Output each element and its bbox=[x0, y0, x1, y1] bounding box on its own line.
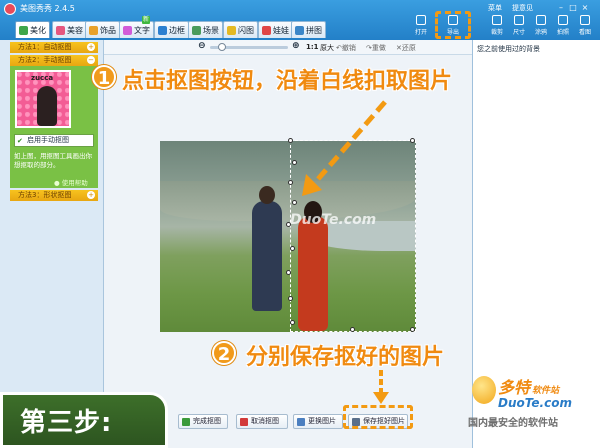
thumbnail-caption: zucca bbox=[31, 74, 54, 82]
tab-scene[interactable]: 场景 bbox=[188, 21, 223, 38]
path-node[interactable] bbox=[288, 180, 293, 185]
photo-man-head bbox=[259, 186, 275, 204]
tab-accessories[interactable]: 饰品 bbox=[85, 21, 120, 38]
image-icon bbox=[297, 418, 305, 426]
camera-button[interactable]: 拍照 bbox=[552, 15, 574, 39]
expand-icon: + bbox=[87, 43, 95, 51]
flash-icon bbox=[227, 25, 236, 35]
thumbnail-person bbox=[37, 86, 57, 126]
path-node[interactable] bbox=[288, 138, 293, 143]
step1-badge: 1 bbox=[92, 65, 116, 89]
open-button[interactable]: 打开 bbox=[410, 15, 432, 39]
step2-badge: 2 bbox=[212, 341, 236, 365]
expand-icon: + bbox=[87, 191, 95, 199]
undo-button[interactable]: ↶撤销 bbox=[336, 43, 356, 53]
doodle-icon bbox=[536, 15, 546, 25]
camera-icon bbox=[558, 15, 568, 25]
method2-panel: zucca ✔ 启用手动抠图 如上图，用抠图工具画出你想抠取的部分。 ● 使用帮助 bbox=[10, 66, 98, 188]
beauty-icon bbox=[56, 25, 65, 35]
arrow-to-save bbox=[373, 370, 389, 404]
tab-beautify[interactable]: 美化 bbox=[15, 21, 50, 38]
scene-icon bbox=[192, 25, 201, 35]
tab-beauty[interactable]: 美容 bbox=[52, 21, 87, 38]
path-node[interactable] bbox=[286, 270, 291, 275]
method2-description: 如上图，用抠图工具画出你想抠取的部分。 bbox=[14, 152, 92, 169]
finish-cutout-button[interactable]: 完成抠图 bbox=[178, 414, 228, 429]
size-button[interactable]: 尺寸 bbox=[508, 15, 530, 39]
help-link[interactable]: ● 使用帮助 bbox=[54, 177, 88, 187]
mascot-icon bbox=[472, 376, 496, 404]
zoom-slider-handle[interactable] bbox=[218, 43, 226, 51]
site-name: 多特 软件站 bbox=[498, 378, 560, 397]
zoom-ratio: 1:1 bbox=[306, 43, 319, 51]
app-title: 美图秀秀 2.4.5 bbox=[20, 4, 75, 13]
path-node[interactable] bbox=[350, 327, 355, 332]
enable-manual-cutout-button[interactable]: ✔ 启用手动抠图 bbox=[14, 134, 94, 147]
menu-link[interactable]: 菜单 bbox=[488, 3, 502, 13]
check-icon bbox=[182, 418, 190, 426]
original-size-button[interactable]: 原大 bbox=[320, 43, 334, 53]
crop-button[interactable]: 裁剪 bbox=[486, 15, 508, 39]
open-icon bbox=[416, 15, 426, 25]
crop-icon bbox=[492, 15, 502, 25]
path-node[interactable] bbox=[290, 320, 295, 325]
new-badge: 新 bbox=[142, 16, 150, 24]
zoom-in-icon[interactable]: ⊕ bbox=[292, 41, 300, 51]
replace-image-button[interactable]: 更换图片 bbox=[293, 414, 343, 429]
step3-label: 第三步: bbox=[20, 408, 113, 438]
close-button[interactable]: × bbox=[580, 3, 590, 13]
path-node[interactable] bbox=[286, 222, 291, 227]
site-slogan: 国内最安全的软件站 bbox=[468, 418, 558, 429]
example-thumbnail: zucca bbox=[15, 70, 71, 128]
path-node[interactable] bbox=[290, 246, 295, 251]
path-node[interactable] bbox=[410, 138, 415, 143]
site-logo: 多特 软件站 DuoTe.com 国内最安全的软件站 bbox=[468, 374, 596, 432]
tab-frame[interactable]: 边框 bbox=[154, 21, 189, 38]
save-highlight bbox=[343, 405, 413, 429]
method2-header[interactable]: 方法2：手动抠图 − bbox=[10, 55, 98, 66]
site-domain: DuoTe.com bbox=[498, 396, 572, 410]
doodle-button[interactable]: 涂鸦 bbox=[530, 15, 552, 39]
collapse-icon: − bbox=[87, 56, 95, 64]
redo-button[interactable]: ↷重做 bbox=[366, 43, 386, 53]
tab-collage[interactable]: 拼图 bbox=[291, 21, 326, 38]
cancel-icon bbox=[240, 418, 248, 426]
collage-icon bbox=[295, 25, 304, 35]
method1-header[interactable]: 方法1：自动抠图 + bbox=[10, 42, 98, 53]
recent-backgrounds-label: 您之前使用过的背景 bbox=[477, 45, 540, 53]
photo-man bbox=[252, 201, 282, 311]
export-highlight bbox=[435, 11, 471, 39]
accessories-icon bbox=[89, 25, 98, 35]
viewer-icon bbox=[580, 15, 590, 25]
viewer-button[interactable]: 看图 bbox=[574, 15, 596, 39]
maximize-button[interactable]: □ bbox=[568, 3, 578, 13]
feedback-link[interactable]: 提意见 bbox=[512, 3, 533, 13]
path-node[interactable] bbox=[410, 327, 415, 332]
arrow-to-photo bbox=[302, 100, 387, 196]
zoom-out-icon[interactable]: ⊖ bbox=[198, 41, 206, 51]
size-icon bbox=[514, 15, 524, 25]
path-node[interactable] bbox=[292, 160, 297, 165]
tab-doll[interactable]: 娃娃 bbox=[258, 21, 293, 38]
frame-icon bbox=[158, 25, 167, 35]
path-node[interactable] bbox=[288, 296, 293, 301]
step1-instruction: 点击抠图按钮，沿着白线扣取图片 bbox=[122, 69, 453, 94]
method3-header[interactable]: 方法3：形状抠图 + bbox=[10, 190, 98, 201]
beautify-icon bbox=[19, 25, 28, 35]
path-node[interactable] bbox=[292, 200, 297, 205]
app-logo-icon bbox=[4, 3, 16, 15]
step2-instruction: 分别保存抠好的图片 bbox=[246, 345, 445, 370]
cancel-cutout-button[interactable]: 取消抠图 bbox=[236, 414, 288, 429]
doll-icon bbox=[262, 25, 271, 35]
reset-button[interactable]: ✕还原 bbox=[396, 43, 416, 53]
check-icon: ✔ bbox=[17, 137, 23, 145]
minimize-button[interactable]: – bbox=[556, 3, 566, 13]
zoom-bar: ⊖ ⊕ 1:1 原大 ↶撤销 ↷重做 ✕还原 bbox=[104, 40, 472, 55]
text-icon bbox=[123, 25, 132, 35]
tab-flash[interactable]: 闪图 bbox=[223, 21, 258, 38]
help-icon: ● bbox=[54, 179, 60, 187]
